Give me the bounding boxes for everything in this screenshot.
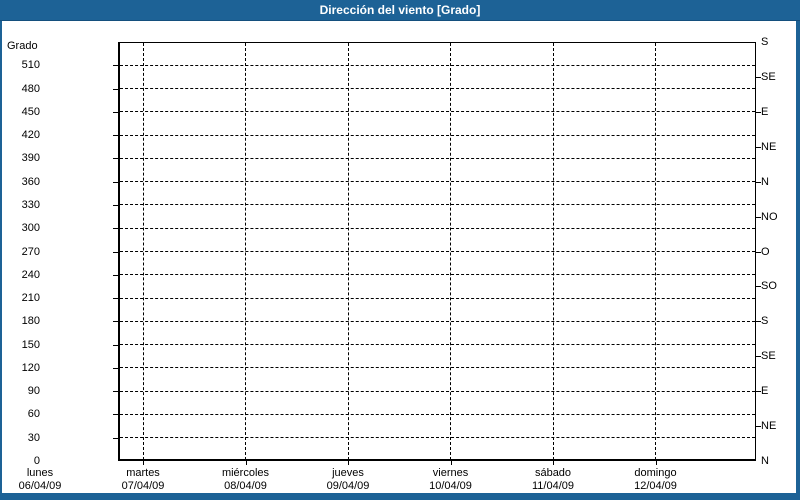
y-axis-tick — [113, 274, 118, 276]
h-gridline — [120, 64, 755, 66]
y-tick-label: 360 — [21, 175, 40, 188]
x-day-date: 06/04/09 — [18, 480, 62, 492]
y-axis-unit-label: Grado — [7, 40, 38, 52]
y-tick-label: 150 — [21, 338, 40, 351]
v-gridline — [347, 43, 349, 460]
y-tick-label: 180 — [21, 315, 40, 328]
h-gridline — [120, 297, 755, 299]
y-tick-label: 330 — [21, 198, 40, 211]
y-axis-tick — [113, 344, 118, 346]
y-axis-tick — [113, 135, 118, 137]
y-tick-label: 30 — [27, 431, 40, 444]
x-axis-tick — [348, 461, 349, 465]
y-axis-tick — [113, 88, 118, 90]
h-gridline — [120, 274, 755, 276]
y-axis-tick — [113, 181, 118, 183]
y-axis-tick — [113, 321, 118, 323]
x-day-date: 12/04/09 — [634, 480, 677, 492]
y-right-compass-label: NE — [761, 420, 777, 433]
h-gridline — [120, 390, 755, 392]
x-day-name: sábado — [534, 467, 572, 479]
h-gridline — [120, 367, 755, 369]
h-gridline — [120, 157, 755, 159]
y-axis-tick — [113, 367, 118, 369]
x-axis-tick — [655, 461, 657, 465]
v-gridline — [142, 43, 144, 460]
y-axis-tick — [113, 298, 118, 300]
x-day-name: miércoles — [221, 467, 270, 479]
x-axis-tick — [245, 461, 247, 465]
x-axis-tick — [143, 461, 144, 465]
y-axis-tick — [113, 228, 118, 230]
y-tick-label: 120 — [21, 361, 40, 374]
v-gridline — [655, 43, 656, 460]
h-gridline — [120, 320, 755, 322]
v-gridline — [552, 43, 554, 460]
h-gridline — [120, 227, 755, 229]
y-tick-label: 240 — [21, 268, 40, 281]
y-tick-label: 0 — [33, 455, 40, 467]
y-axis-tick — [113, 414, 118, 416]
x-day-name: martes — [126, 467, 160, 479]
chart-area: Grado 510 480 450 420 390 360 330 300 270 240 210 1… — [0, 0, 800, 500]
y-axis-tick — [113, 437, 118, 439]
h-gridline — [120, 344, 755, 346]
h-gridline — [120, 181, 755, 183]
y-right-compass-label: NE — [761, 140, 777, 153]
y-tick-label: 60 — [27, 408, 40, 421]
y-tick-label: 450 — [21, 105, 40, 118]
y-tick-label: 270 — [21, 245, 40, 258]
y-right-compass-label: O — [761, 245, 770, 258]
x-axis-tick — [553, 461, 554, 465]
y-right-compass-label: NO — [761, 210, 778, 223]
y-right-compass-label: S — [761, 315, 769, 328]
v-gridline — [245, 43, 246, 460]
y-tick-label: 510 — [21, 59, 40, 72]
h-gridline — [120, 413, 755, 415]
y-right-compass-label: S — [761, 36, 769, 48]
y-right-compass-label: SO — [761, 280, 777, 293]
y-right-compass-label: SE — [761, 350, 776, 363]
y-axis-tick — [113, 65, 118, 67]
y-axis-tick — [113, 111, 118, 113]
v-gridline — [450, 43, 451, 460]
y-axis-tick — [113, 391, 118, 393]
x-day-name: domingo — [634, 467, 677, 479]
h-gridline — [120, 88, 755, 90]
y-tick-label: 390 — [21, 152, 40, 165]
x-day-name: viernes — [432, 467, 469, 479]
y-tick-label: 480 — [21, 82, 40, 95]
y-right-compass-label: N — [761, 175, 769, 188]
y-right-compass-label: E — [761, 105, 769, 118]
x-day-name: lunes — [26, 467, 54, 479]
h-gridline — [120, 111, 755, 113]
x-axis-tick — [450, 461, 452, 465]
y-right-compass-label: E — [761, 385, 769, 398]
y-axis-tick — [113, 204, 118, 206]
h-gridline — [120, 437, 755, 439]
x-day-date: 10/04/09 — [429, 480, 472, 492]
x-day-date: 08/04/09 — [224, 480, 267, 492]
h-gridline — [120, 134, 755, 136]
y-axis-tick — [113, 158, 118, 160]
y-tick-label: 420 — [21, 129, 40, 142]
y-right-compass-label: N — [761, 455, 769, 467]
y-tick-label: 300 — [21, 222, 40, 235]
x-day-date: 11/04/09 — [531, 480, 574, 492]
h-gridline — [120, 251, 755, 252]
x-day-date: 07/04/09 — [121, 480, 165, 492]
y-axis-tick — [113, 251, 118, 253]
x-day-date: 09/04/09 — [326, 480, 370, 492]
y-tick-label: 210 — [21, 292, 40, 305]
x-day-name: jueves — [332, 467, 364, 479]
y-tick-label: 90 — [27, 385, 40, 398]
y-right-compass-label: SE — [761, 70, 776, 83]
h-gridline — [120, 204, 755, 206]
